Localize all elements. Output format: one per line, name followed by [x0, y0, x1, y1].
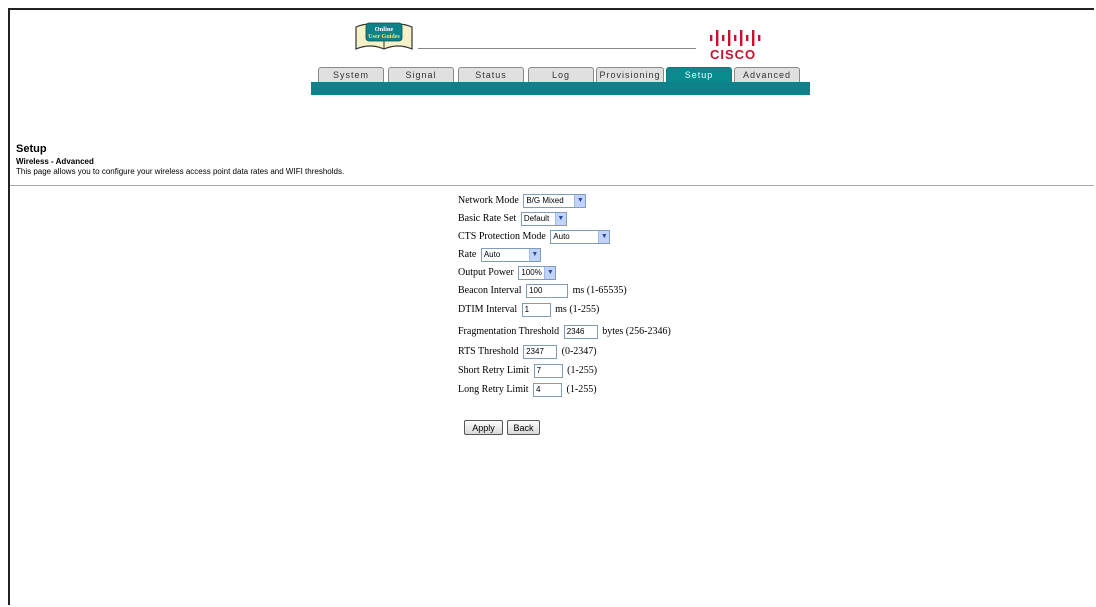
dtim-interval-input[interactable]: 1	[521, 303, 551, 317]
chevron-down-icon: ▼	[528, 249, 540, 261]
page-subtitle: Wireless - Advanced	[16, 157, 94, 166]
beacon-interval-label: Beacon Interval	[458, 285, 522, 296]
apply-button[interactable]: Apply	[464, 420, 503, 435]
network-mode-label: Network Mode	[458, 195, 519, 206]
logo-text-line1: Online	[375, 26, 394, 33]
section-divider	[10, 185, 1094, 186]
back-button[interactable]: Back	[507, 420, 540, 435]
rts-threshold-input[interactable]: 2347	[523, 345, 558, 359]
beacon-interval-unit: ms (1-65535)	[572, 285, 627, 296]
page-description: This page allows you to configure your w…	[16, 167, 345, 176]
rate-select[interactable]: Auto ▼	[480, 248, 541, 262]
tab-underbar	[311, 82, 810, 95]
long-retry-limit-input[interactable]: 4	[533, 383, 563, 397]
long-retry-limit-label: Long Retry Limit	[458, 384, 529, 395]
dtim-interval-unit: ms (1-255)	[555, 304, 600, 315]
network-mode-row: Network Mode B/G Mixed ▼	[458, 194, 587, 208]
logo-text-line2: User Guides	[368, 34, 400, 40]
tab-setup[interactable]: Setup	[666, 67, 732, 82]
page-title: Setup	[16, 143, 47, 155]
cts-protection-mode-label: CTS Protection Mode	[458, 231, 546, 242]
output-power-label: Output Power	[458, 267, 514, 278]
dtim-interval-row: DTIM Interval 1 ms (1-255)	[458, 303, 599, 317]
basic-rate-set-select[interactable]: Default ▼	[520, 212, 567, 226]
tab-advanced[interactable]: Advanced	[734, 67, 800, 82]
long-retry-limit-unit: (1-255)	[566, 384, 597, 395]
dtim-interval-label: DTIM Interval	[458, 304, 518, 315]
output-power-row: Output Power 100% ▼	[458, 266, 557, 280]
short-retry-limit-row: Short Retry Limit 7 (1-255)	[458, 364, 597, 378]
header-divider	[418, 48, 696, 49]
basic-rate-set-row: Basic Rate Set Default ▼	[458, 212, 567, 226]
chevron-down-icon: ▼	[554, 213, 566, 225]
rts-threshold-label: RTS Threshold	[458, 346, 519, 357]
basic-rate-set-value: Default	[523, 214, 550, 223]
basic-rate-set-label: Basic Rate Set	[458, 213, 517, 224]
beacon-interval-row: Beacon Interval 100 ms (1-65535)	[458, 284, 627, 298]
cts-protection-mode-select[interactable]: Auto ▼	[550, 230, 611, 244]
tab-signal[interactable]: Signal	[388, 67, 454, 82]
tab-log[interactable]: Log	[528, 67, 594, 82]
output-power-value: 100%	[521, 268, 542, 277]
online-user-guides-logo[interactable]: Online User Guides	[352, 17, 416, 55]
rate-label: Rate	[458, 249, 477, 260]
rate-value: Auto	[483, 250, 501, 259]
short-retry-limit-input[interactable]: 7	[533, 364, 563, 378]
chevron-down-icon: ▼	[544, 267, 556, 279]
network-mode-value: B/G Mixed	[526, 196, 564, 205]
long-retry-limit-row: Long Retry Limit 4 (1-255)	[458, 383, 597, 397]
chevron-down-icon: ▼	[574, 195, 586, 207]
network-mode-select[interactable]: B/G Mixed ▼	[523, 194, 587, 208]
rts-threshold-row: RTS Threshold 2347 (0-2347)	[458, 345, 597, 359]
beacon-interval-input[interactable]: 100	[526, 284, 569, 298]
fragmentation-threshold-input[interactable]: 2346	[563, 325, 598, 339]
cisco-logo-text: CISCO	[710, 47, 757, 62]
tab-status[interactable]: Status	[458, 67, 524, 82]
output-power-select[interactable]: 100% ▼	[518, 266, 557, 280]
fragmentation-threshold-unit: bytes (256-2346)	[602, 326, 671, 337]
tab-system[interactable]: System	[318, 67, 384, 82]
short-retry-limit-label: Short Retry Limit	[458, 365, 530, 376]
cts-protection-mode-value: Auto	[553, 232, 570, 241]
cts-protection-mode-row: CTS Protection Mode Auto ▼	[458, 230, 611, 244]
fragmentation-threshold-row: Fragmentation Threshold 2346 bytes (256-…	[458, 325, 671, 339]
rts-threshold-unit: (0-2347)	[561, 346, 597, 357]
short-retry-limit-unit: (1-255)	[567, 365, 598, 376]
chevron-down-icon: ▼	[598, 231, 610, 243]
fragmentation-threshold-label: Fragmentation Threshold	[458, 326, 560, 337]
rate-row: Rate Auto ▼	[458, 248, 541, 262]
tab-provisioning[interactable]: Provisioning	[596, 67, 664, 82]
